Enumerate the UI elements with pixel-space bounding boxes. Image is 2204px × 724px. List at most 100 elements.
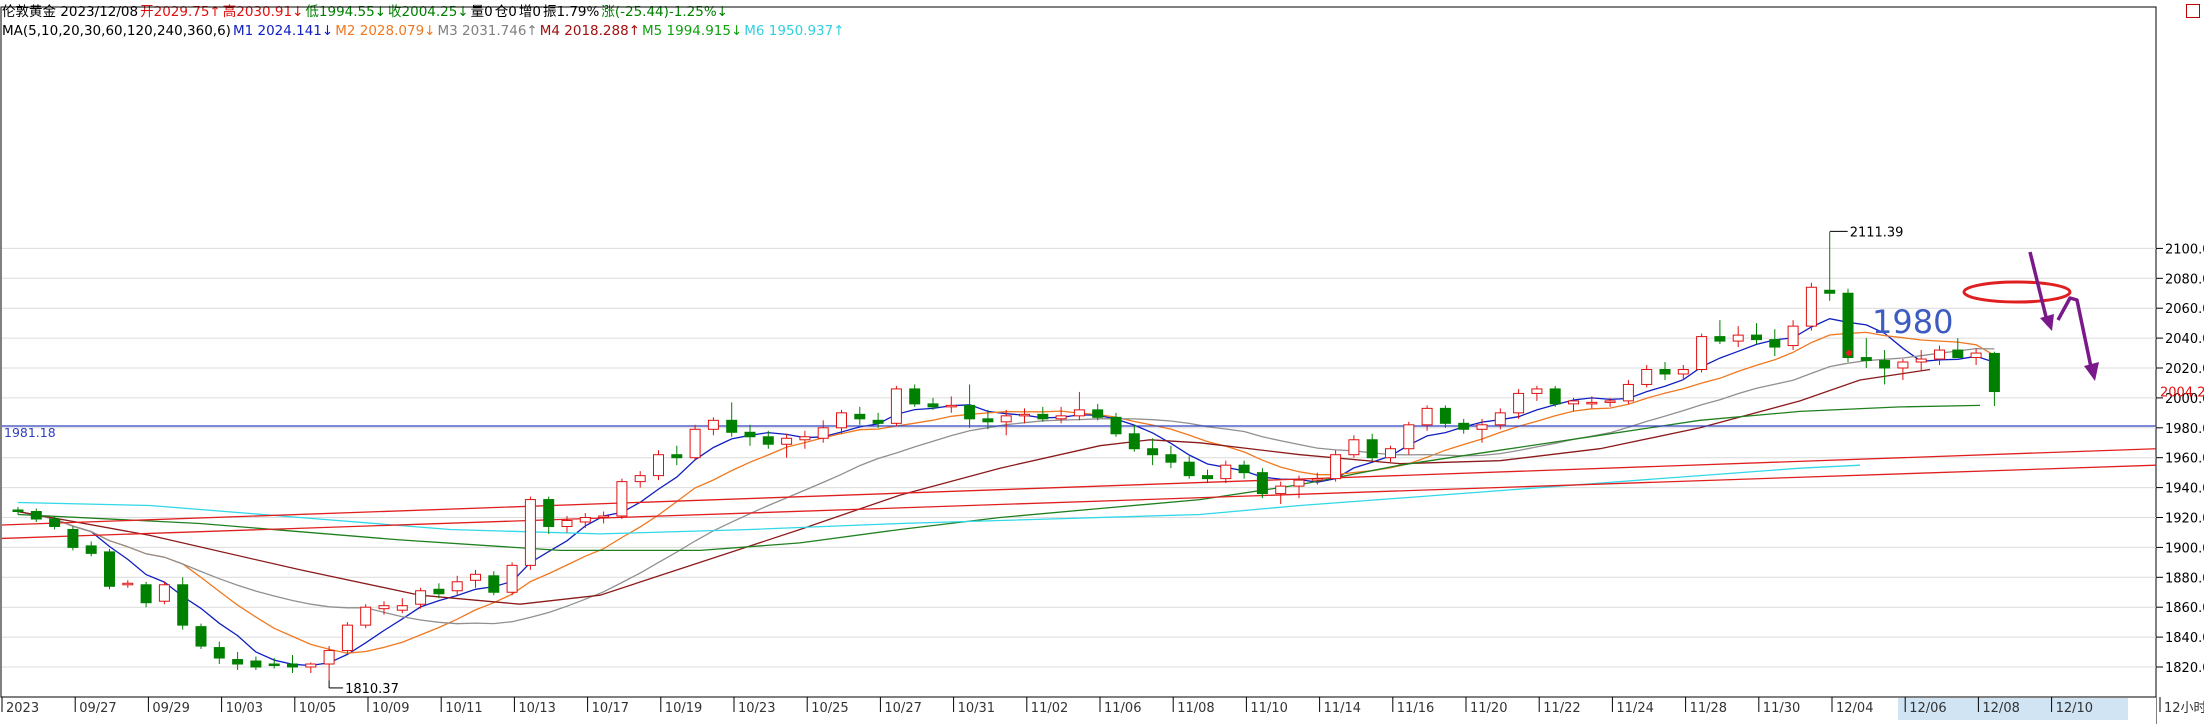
candle-up (470, 573, 481, 581)
candle-up (1934, 349, 1945, 360)
candle-down (1092, 409, 1104, 418)
candle-down (1037, 413, 1049, 420)
x-tick-label: 09/27 (79, 701, 116, 716)
candle-down (726, 419, 738, 433)
candle-down (1128, 433, 1140, 450)
candle-up (1897, 361, 1909, 369)
x-tick-label: 12小时 (2164, 701, 2204, 716)
candle-up (1055, 415, 1067, 420)
candle-down (433, 588, 445, 595)
trend-line-lower (1, 464, 2157, 540)
y-tick-label: 2100.00 (2165, 242, 2204, 257)
candle-down (488, 575, 500, 593)
candle-up (158, 584, 170, 602)
candle-up (1073, 409, 1085, 417)
candle-up (634, 475, 646, 483)
x-tick-label: 09/29 (152, 701, 189, 716)
x-tick-label: 10/13 (518, 701, 555, 716)
x-tick-label: 2023 (6, 701, 39, 716)
y-tick-label: 2060.00 (2165, 302, 2204, 317)
x-tick-label: 11/16 (1397, 701, 1434, 716)
candle-up (122, 582, 134, 586)
candle-up (1805, 286, 1817, 327)
candle-up (451, 581, 463, 592)
x-tick-label: 11/22 (1543, 701, 1580, 716)
candle-down (232, 659, 244, 665)
x-tick-label: 10/03 (226, 701, 263, 716)
candle-up (689, 428, 701, 459)
x-tick-label: 11/20 (1470, 701, 1507, 716)
x-tick-label: 12/10 (2056, 701, 2093, 716)
y-tick-label: 2020.00 (2165, 362, 2204, 377)
candle-up (1604, 400, 1616, 403)
candle-down (854, 413, 866, 420)
arrow-down-2 (2056, 296, 2094, 373)
candle-up (1970, 352, 1982, 359)
price-chart[interactable]: 1820.00 1840.00 1860.00 1880.00 1900.00 1920.… (0, 0, 2204, 724)
candle-up (616, 481, 628, 517)
candle-down (543, 499, 555, 527)
candle-up (799, 436, 811, 441)
candle-down (1879, 360, 1891, 369)
candle-down (1659, 368, 1671, 375)
level-line-label: 1981.18 (4, 425, 56, 440)
x-tick-label: 11/28 (1690, 701, 1727, 716)
candle-up (1348, 439, 1360, 456)
candle-up (1513, 392, 1525, 414)
x-tick-label: 11/24 (1616, 701, 1653, 716)
x-tick-label: 12/06 (1909, 701, 1946, 716)
candle-up (1311, 478, 1323, 481)
candle-down (213, 647, 225, 659)
candle-down (1769, 339, 1781, 348)
y-tick-label: 1860.00 (2165, 601, 2204, 616)
candle-up (1568, 400, 1579, 405)
candle-up (1696, 336, 1708, 370)
ma6-line (17, 464, 1861, 535)
y-tick-label: 1900.00 (2165, 541, 2204, 556)
x-tick-label: 11/02 (1031, 701, 1068, 716)
candle-up (1787, 325, 1799, 347)
candle-down (1110, 416, 1122, 435)
plot-frame (0, 6, 2157, 698)
candle-down (49, 518, 61, 527)
y-tick-label: 1820.00 (2165, 661, 2204, 676)
candle-down (287, 663, 298, 668)
candle-up (415, 590, 427, 605)
y-tick-label: 2080.00 (2165, 272, 2204, 287)
candle-down (1439, 407, 1451, 424)
x-tick-label: 10/17 (592, 701, 629, 716)
candle-down (909, 388, 921, 405)
x-tick-label: 10/27 (884, 701, 921, 716)
candle-up (945, 404, 957, 408)
candle-down (85, 545, 97, 554)
candle-up (1622, 383, 1634, 402)
y-tick-label: 1940.00 (2165, 482, 2204, 497)
candle-up (360, 606, 372, 626)
candle-down (1183, 461, 1195, 477)
x-tick-label: 10/31 (958, 701, 995, 716)
ma1-line (17, 318, 1995, 667)
level-annotation: 1980 (1872, 303, 1953, 341)
y-tick-label: 2040.00 (2165, 332, 2204, 347)
x-tick-label: 10/25 (811, 701, 848, 716)
candle-up (598, 515, 610, 519)
arrow-head-2 (2084, 362, 2099, 381)
candle-up (1476, 424, 1488, 430)
candle-down (1202, 475, 1213, 480)
x-tick-label: 12/08 (1982, 701, 2019, 716)
y-tick-label: 1880.00 (2165, 571, 2204, 586)
low-label: 1810.37 (345, 682, 399, 697)
candle-up (1677, 368, 1689, 375)
last-price-label: 2004.25 (2160, 386, 2204, 401)
x-tick-label: 10/05 (299, 701, 336, 716)
annotation-dot (1846, 350, 1852, 356)
candle-up (653, 454, 664, 477)
x-tick-label: 11/08 (1177, 701, 1214, 716)
candle-down (1860, 357, 1872, 362)
y-tick-label: 1960.00 (2165, 452, 2204, 467)
candle-up (1494, 412, 1506, 426)
x-tick-label: 10/19 (665, 701, 702, 716)
x-tick-label: 10/11 (445, 701, 482, 716)
candle-up (817, 427, 829, 439)
candle-down (964, 404, 976, 420)
